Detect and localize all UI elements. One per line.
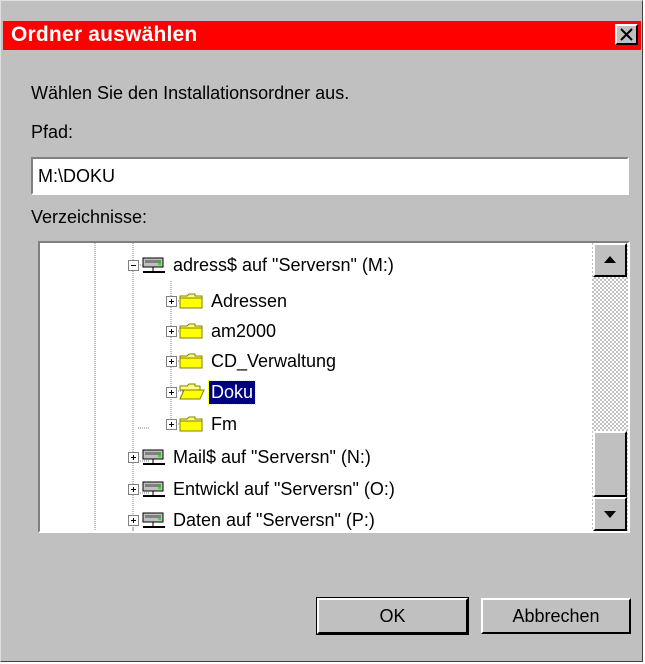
expand-icon[interactable]	[166, 386, 177, 398]
expand-icon[interactable]	[166, 295, 177, 307]
tree-item-drive-p[interactable]: Daten auf "Serversn" (P:)	[128, 505, 377, 531]
cancel-button[interactable]: Abbrechen	[481, 598, 631, 634]
tree-item-folder[interactable]: Adressen	[166, 286, 289, 316]
tree-item-label: Mail$ auf "Serversn" (N:)	[173, 446, 371, 467]
tree-item-label: am2000	[211, 320, 277, 341]
open-folder-icon	[179, 383, 205, 400]
expand-icon[interactable]	[128, 451, 139, 463]
network-drive-icon	[142, 481, 165, 497]
tree-item-label: Daten auf "Serversn" (P:)	[173, 509, 375, 530]
scroll-thumb[interactable]	[593, 431, 627, 497]
tree-item-label: Fm	[211, 413, 237, 434]
expand-icon[interactable]	[128, 514, 139, 526]
tree-item-folder-selected[interactable]: Doku	[166, 377, 257, 407]
collapse-icon[interactable]	[128, 259, 139, 271]
network-drive-icon	[142, 449, 165, 465]
network-drive-icon	[142, 512, 165, 528]
scroll-down-button[interactable]	[593, 497, 627, 531]
vertical-scrollbar[interactable]	[592, 243, 628, 531]
close-button[interactable]	[615, 24, 638, 45]
ok-button[interactable]: OK	[317, 598, 468, 634]
tree-item-label: Doku	[207, 379, 257, 405]
path-label: Pfad:	[31, 122, 74, 142]
scroll-up-button[interactable]	[593, 243, 627, 277]
folder-icon	[179, 353, 203, 369]
close-icon	[620, 28, 633, 41]
tree-item-label: CD_Verwaltung	[211, 350, 337, 371]
network-drive-icon	[142, 257, 165, 273]
folder-icon	[179, 323, 203, 339]
folder-icon	[179, 416, 203, 432]
folder-icon	[179, 293, 203, 309]
directory-tree[interactable]: adress$ auf "Serversn" (M:) Adressen am2…	[38, 241, 630, 533]
expand-icon[interactable]	[166, 418, 177, 430]
title-bar[interactable]: Ordner auswählen	[3, 21, 641, 50]
arrow-up-icon	[604, 256, 616, 263]
tree-item-folder[interactable]: Fm	[166, 409, 239, 439]
tree-item-label: adress$ auf "Serversn" (M:)	[173, 254, 394, 275]
tree-item-label: Adressen	[211, 290, 288, 311]
instruction-text: Wählen Sie den Installationsordner aus.	[31, 83, 350, 103]
tree-item-drive-m[interactable]: adress$ auf "Serversn" (M:)	[128, 250, 396, 280]
dialog-title: Ordner auswählen	[11, 23, 198, 46]
expand-icon[interactable]	[166, 325, 177, 337]
tree-item-drive-n[interactable]: Mail$ auf "Serversn" (N:)	[128, 442, 373, 472]
expand-icon[interactable]	[128, 483, 139, 495]
arrow-down-icon	[604, 511, 616, 518]
tree-item-folder[interactable]: am2000	[166, 316, 278, 346]
tree-item-folder[interactable]: CD_Verwaltung	[166, 346, 338, 376]
path-input[interactable]	[31, 157, 629, 195]
folder-select-dialog: Ordner auswählen Wählen Sie den Installa…	[0, 0, 643, 662]
expand-icon[interactable]	[166, 355, 177, 367]
tree-item-label: Entwickl auf "Serversn" (O:)	[173, 478, 395, 499]
directories-label: Verzeichnisse:	[31, 207, 148, 227]
tree-item-drive-o[interactable]: Entwickl auf "Serversn" (O:)	[128, 474, 397, 504]
